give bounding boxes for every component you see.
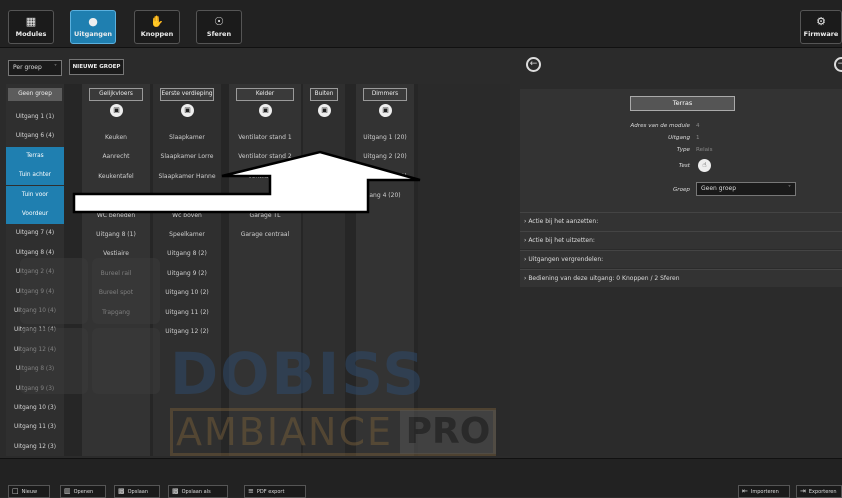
annotation-arrow xyxy=(72,150,421,214)
